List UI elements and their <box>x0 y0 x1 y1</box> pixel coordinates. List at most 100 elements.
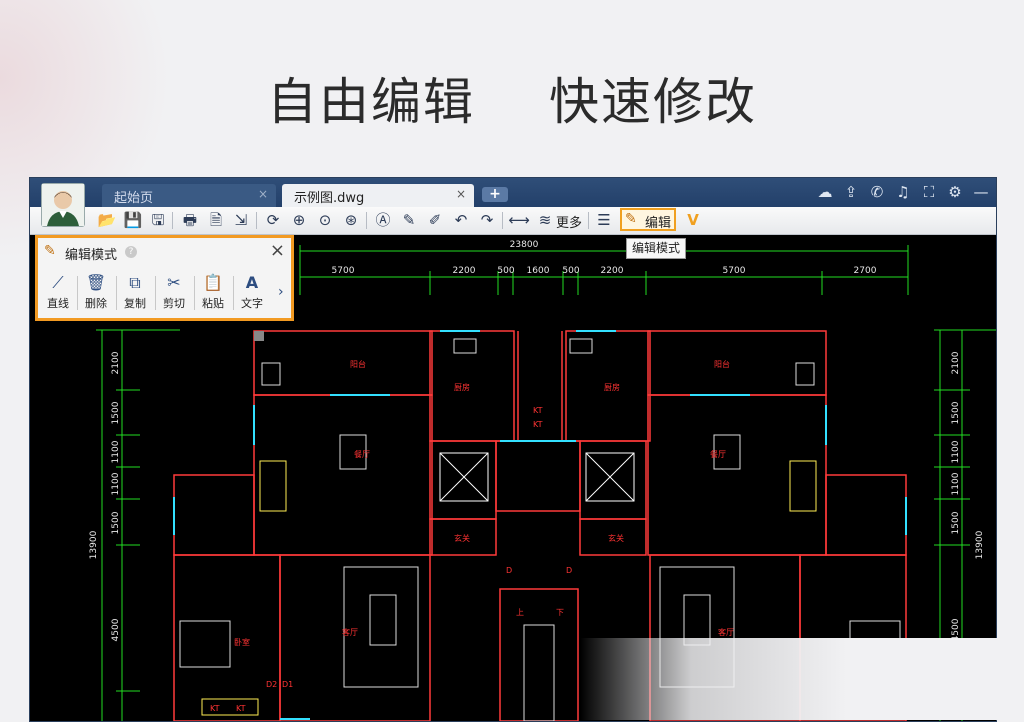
dim-top-4: 1600 <box>527 266 550 276</box>
fullscreen-icon[interactable]: ⛶ <box>918 182 940 202</box>
gear-icon[interactable]: ⚙ <box>944 182 966 202</box>
dim-right-3: 1100 <box>951 440 961 463</box>
dim-top-6: 2200 <box>601 266 624 276</box>
ac-label-4: KT <box>236 704 246 713</box>
room-label-foyer-right: 玄关 <box>608 533 624 543</box>
dim-left-1: 2100 <box>111 351 121 374</box>
redo-icon[interactable]: ↷ <box>476 210 498 231</box>
dim-right-total: 13900 <box>975 530 985 559</box>
stair-label-up: 上 <box>516 608 524 617</box>
line-icon: ⟋ <box>52 273 64 292</box>
wechat-icon[interactable]: ✆ <box>866 182 888 202</box>
toolbar-divider <box>502 212 503 229</box>
dim-left-4: 1100 <box>111 472 121 495</box>
delete-tool-button[interactable]: 🗑 删除 <box>78 272 114 314</box>
marker-icon[interactable]: ✐ <box>424 210 446 231</box>
paste-icon: 📋 <box>203 273 223 292</box>
cut-tool-label: 剪切 <box>163 297 185 310</box>
toolbar-divider <box>256 212 257 229</box>
door-label-4: D1 <box>282 680 293 689</box>
save-as-icon[interactable]: 🖫 <box>147 210 169 231</box>
room-label-living-left: 客厅 <box>342 627 358 637</box>
layers-icon[interactable]: ☰ <box>593 210 615 231</box>
text-tool-button[interactable]: A 文字 <box>234 272 270 314</box>
minimize-icon[interactable]: — <box>970 182 992 202</box>
edit-panel-title: 编辑模式 <box>65 248 118 263</box>
cloud-icon[interactable]: ☁ <box>814 182 836 202</box>
system-icons: ☁ ⇪ ✆ ♫ ⛶ ⚙ — <box>810 182 992 204</box>
paste-tool-label: 粘贴 <box>202 297 224 310</box>
dim-top-7: 5700 <box>723 266 746 276</box>
dim-top-8: 2700 <box>854 266 877 276</box>
pdf-export-icon[interactable]: 🗎 <box>205 210 227 231</box>
pencil-icon[interactable]: ✎ <box>398 210 420 231</box>
copy-tool-button[interactable]: ⧉ 复制 <box>117 272 153 314</box>
chevron-right-icon[interactable]: › <box>278 284 284 300</box>
headset-icon[interactable]: ♫ <box>892 182 914 202</box>
text-box-icon[interactable]: Ⓐ <box>372 210 394 231</box>
line-tool-button[interactable]: ⟋ 直线 <box>40 272 76 314</box>
stair-label-down: 下 <box>556 608 564 617</box>
tab-start-label: 起始页 <box>114 191 154 206</box>
room-label-kitchen-right: 厨房 <box>604 382 620 392</box>
more-button[interactable]: 更多 <box>556 212 582 231</box>
room-label-balcony-right: 阳台 <box>714 359 730 369</box>
share-icon[interactable]: ⇪ <box>840 182 862 202</box>
selection-grip[interactable] <box>254 331 264 341</box>
door-label-2: D <box>566 566 572 575</box>
trash-icon: 🗑 <box>85 273 107 292</box>
room-label-living-right: 客厅 <box>718 627 734 637</box>
measure-icon[interactable]: ⟷ <box>508 210 530 231</box>
ac-label-2: KT <box>533 420 543 429</box>
scissors-icon: ✂ <box>167 273 181 292</box>
toolbar-divider <box>366 212 367 229</box>
tab-drawing-label: 示例图.dwg <box>294 191 365 206</box>
paste-tool-button[interactable]: 📋 粘贴 <box>195 272 231 314</box>
ac-label-1: KT <box>533 406 543 415</box>
room-label-foyer-left: 玄关 <box>454 533 470 543</box>
undo-icon[interactable]: ↶ <box>450 210 472 231</box>
cut-tool-button[interactable]: ✂ 剪切 <box>156 272 192 314</box>
edit-panel-close-icon[interactable]: × <box>270 240 285 261</box>
tab-drawing-close-icon[interactable]: × <box>456 187 466 201</box>
dim-total-width: 23800 <box>510 240 539 250</box>
vip-icon[interactable]: V <box>682 210 704 231</box>
print-icon[interactable]: 🖶 <box>179 210 201 231</box>
line-tool-label: 直线 <box>47 297 69 310</box>
dim-right-2: 1500 <box>951 401 961 424</box>
zoom-window-icon[interactable]: ⊛ <box>340 210 362 231</box>
edit-panel-icon: ✎ <box>44 243 56 259</box>
dim-top-1: 5700 <box>332 266 355 276</box>
bottom-right-fade <box>580 638 1024 720</box>
save-icon[interactable]: 💾 <box>122 210 144 231</box>
dim-top-3: 500 <box>497 266 514 276</box>
zoom-extents-icon[interactable]: ⊙ <box>314 210 336 231</box>
tab-start-page[interactable]: 起始页 × <box>102 184 276 207</box>
door-label-1: D <box>506 566 512 575</box>
tab-drawing[interactable]: 示例图.dwg × <box>282 184 474 207</box>
toolbar-divider <box>172 212 173 229</box>
dim-left-5: 1500 <box>111 511 121 534</box>
dim-right-1: 2100 <box>951 351 961 374</box>
zoom-in-icon[interactable]: ⊕ <box>288 210 310 231</box>
headline-right: 快速修改 <box>548 73 757 131</box>
copy-tool-label: 复制 <box>124 297 146 310</box>
more-tools-icon[interactable]: ≋ <box>534 210 556 231</box>
avatar[interactable] <box>41 183 85 227</box>
dim-left-2: 1500 <box>111 401 121 424</box>
tab-start-close-icon[interactable]: × <box>258 187 268 201</box>
rotate-view-icon[interactable]: ⟳ <box>262 210 284 231</box>
edit-mode-button[interactable]: ✎ 编辑 <box>620 208 676 231</box>
dim-right-5: 1500 <box>951 511 961 534</box>
toolbar-divider <box>588 212 589 229</box>
open-folder-icon[interactable]: 📂 <box>96 210 118 231</box>
headline-left: 自由编辑 <box>267 73 476 131</box>
help-icon[interactable]: ? <box>125 246 137 258</box>
title-bar: 起始页 × 示例图.dwg × + ☁ ⇪ ✆ ♫ ⛶ ⚙ — <box>30 178 996 207</box>
new-tab-button[interactable]: + <box>482 187 508 202</box>
edit-mode-label: 编辑 <box>645 216 672 231</box>
main-toolbar: 📂 💾 🖫 🖶 🗎 ⇲ ⟳ ⊕ ⊙ ⊛ Ⓐ ✎ ✐ ↶ ↷ ⟷ ≋ 更多 ☰ ✎… <box>30 207 996 235</box>
room-label-balcony-left: 阳台 <box>350 359 366 369</box>
export-icon[interactable]: ⇲ <box>230 210 252 231</box>
room-label-dining-left: 餐厅 <box>354 450 370 459</box>
